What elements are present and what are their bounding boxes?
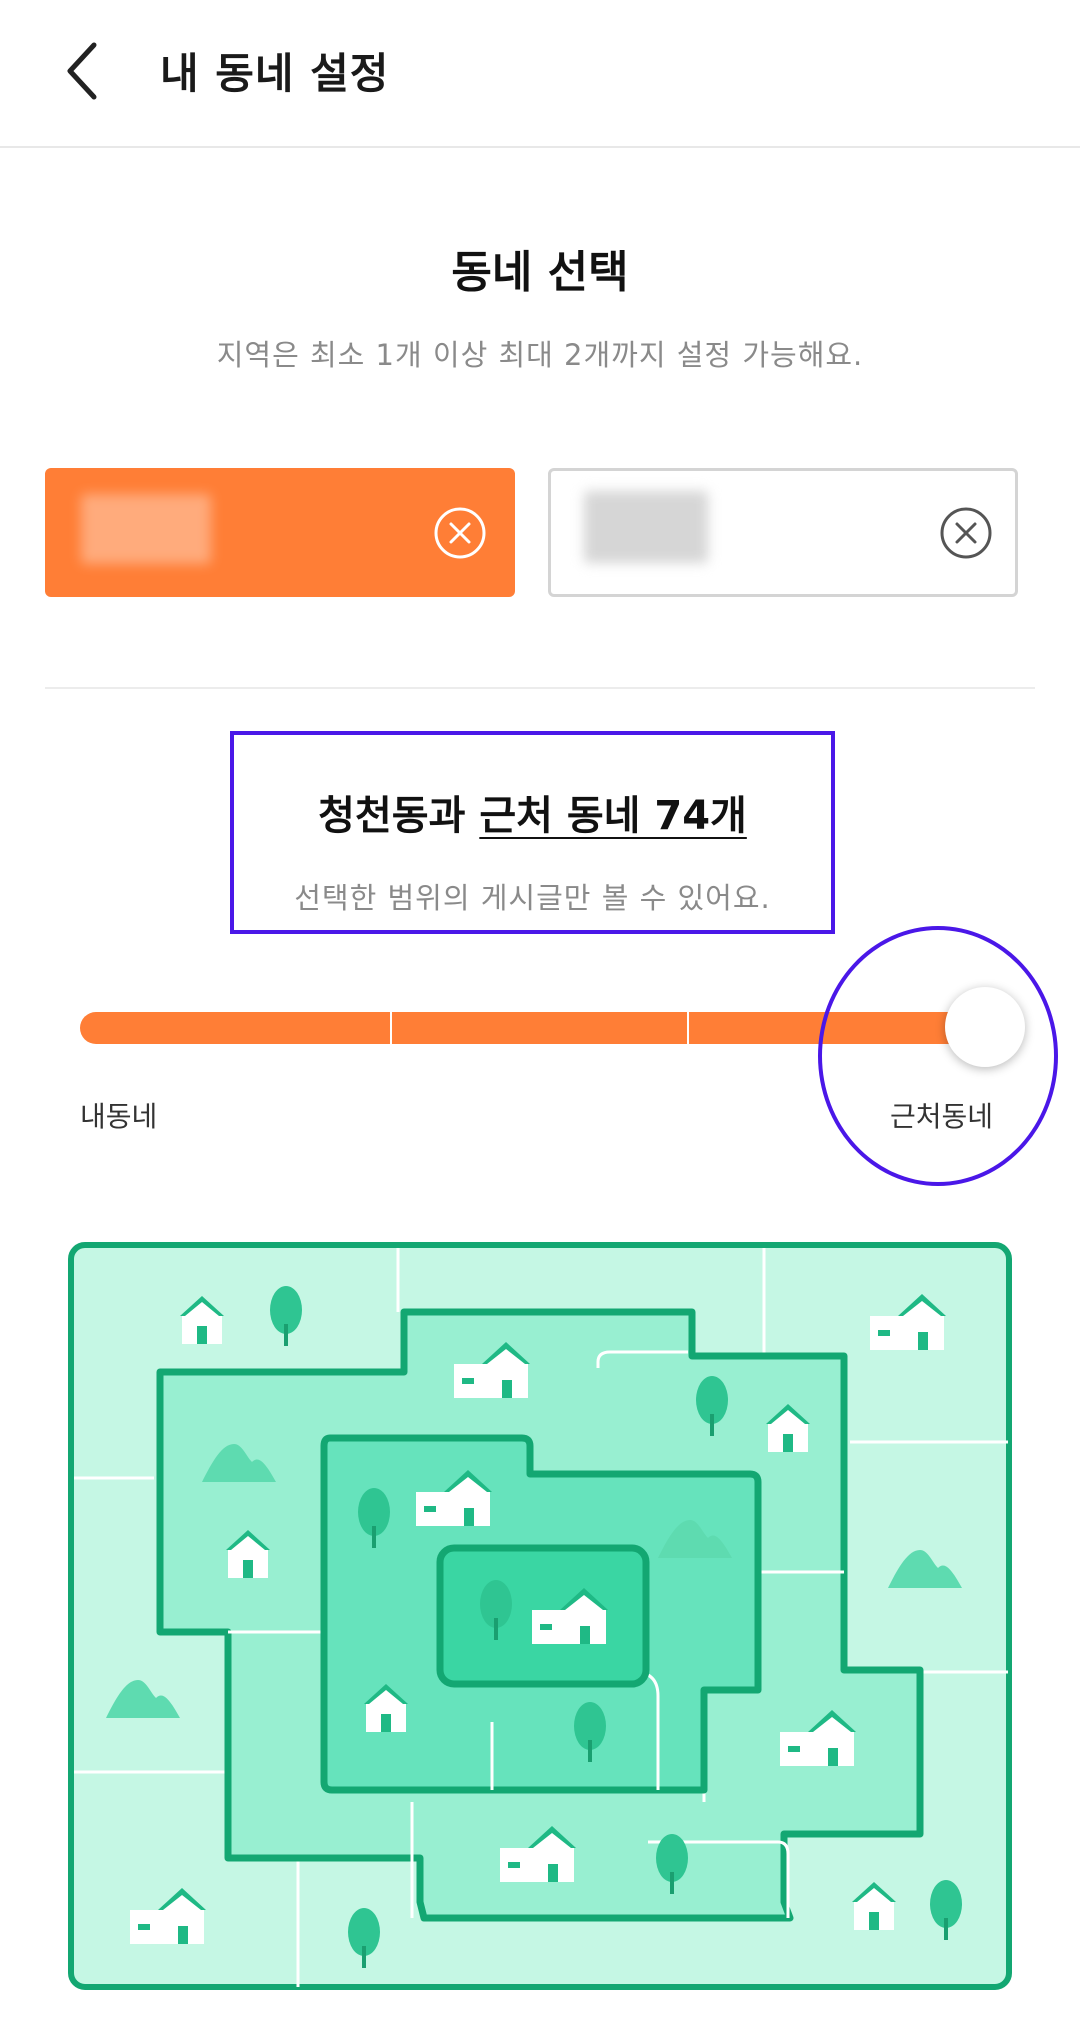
neighborhood-chip-selected[interactable]	[45, 468, 515, 597]
neighborhood-name-redacted	[584, 491, 708, 563]
nearby-neighborhoods-link[interactable]: 근처 동네 74개	[479, 793, 747, 839]
slider-step-tick	[390, 1012, 392, 1044]
range-title: 청천동과 근처 동네 74개	[234, 783, 831, 841]
slider-label-min: 내동네	[80, 1100, 158, 1133]
remove-neighborhood-button[interactable]	[433, 506, 487, 560]
chevron-left-icon	[67, 42, 97, 100]
section-subtitle: 지역은 최소 1개 이상 최대 2개까지 설정 가능해요.	[216, 338, 864, 372]
close-circle-icon	[940, 507, 992, 559]
slider-highlight-circle	[818, 926, 1058, 1186]
section-divider	[45, 687, 1035, 689]
range-description: 선택한 범위의 게시글만 볼 수 있어요.	[294, 881, 771, 915]
app-header: 내 동네 설정	[0, 0, 1080, 148]
section-title: 동네 선택	[451, 247, 629, 298]
slider-step-tick	[687, 1012, 689, 1044]
neighborhood-range-illustration	[68, 1242, 1012, 1990]
neighborhood-name-redacted	[81, 494, 211, 564]
back-button[interactable]	[52, 36, 112, 106]
page-title: 내 동네 설정	[160, 49, 390, 98]
range-info-highlight: 청천동과 근처 동네 74개 선택한 범위의 게시글만 볼 수 있어요.	[230, 731, 835, 934]
range-title-prefix: 청천동과	[318, 793, 480, 839]
remove-neighborhood-button[interactable]	[939, 506, 993, 560]
neighborhood-chip-unselected[interactable]	[548, 468, 1018, 597]
close-circle-icon	[434, 507, 486, 559]
